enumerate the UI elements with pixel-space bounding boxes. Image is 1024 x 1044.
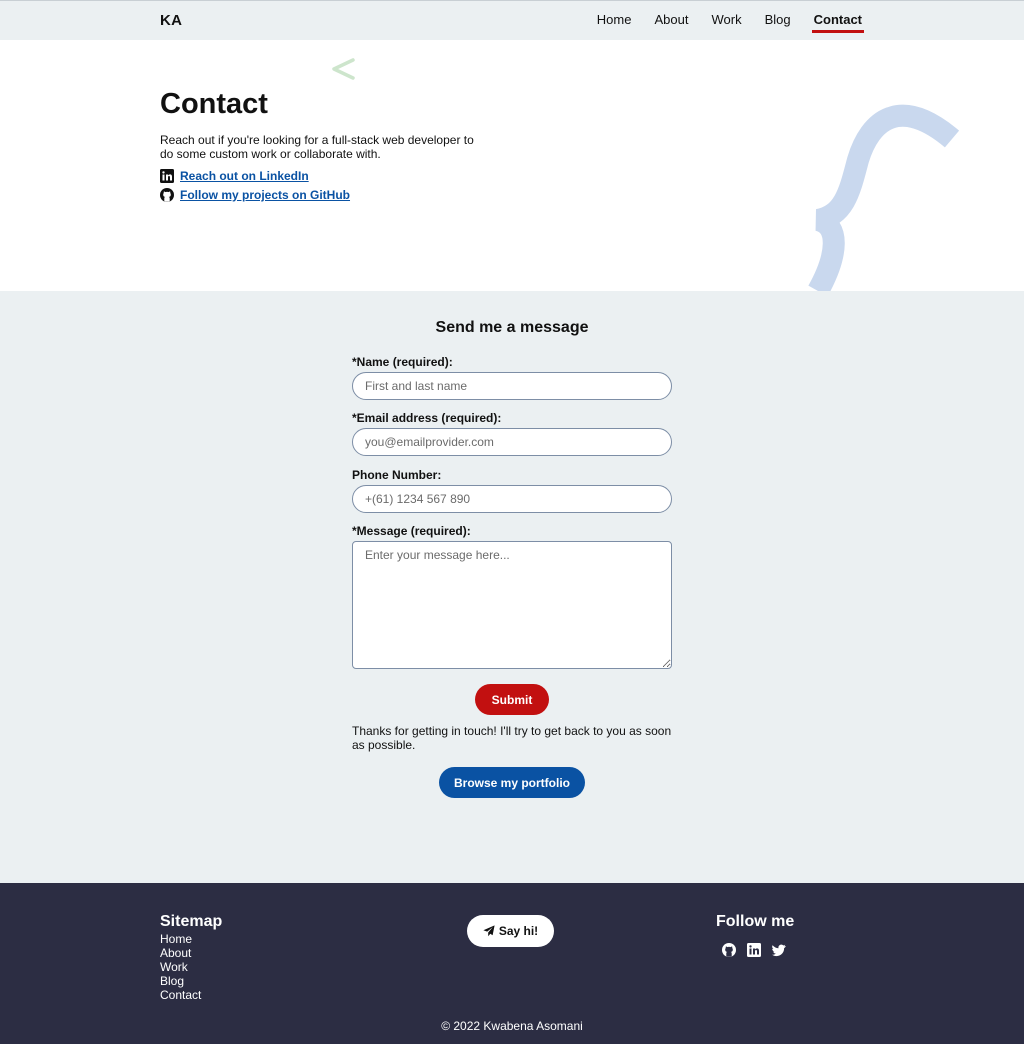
nav-links: Home About Work Blog Contact xyxy=(595,12,864,33)
sitemap-links: Home About Work Blog Contact xyxy=(160,932,201,1002)
browse-portfolio-button[interactable]: Browse my portfolio xyxy=(439,767,585,798)
github-icon[interactable] xyxy=(722,943,736,957)
angle-bracket-decoration xyxy=(332,58,355,80)
site-logo[interactable]: KA xyxy=(160,12,182,29)
nav-link-home[interactable]: Home xyxy=(595,12,634,33)
linkedin-icon xyxy=(160,169,174,183)
name-label: *Name (required): xyxy=(352,355,453,369)
sitemap-link-contact[interactable]: Contact xyxy=(160,988,201,1002)
linkedin-link-text[interactable]: Reach out on LinkedIn xyxy=(180,169,309,183)
say-hi-label: Say hi! xyxy=(498,924,539,938)
github-icon xyxy=(160,188,174,202)
paper-plane-icon xyxy=(483,925,495,937)
nav-link-blog[interactable]: Blog xyxy=(763,12,793,33)
linkedin-link[interactable]: Reach out on LinkedIn xyxy=(160,169,309,183)
hero-section: Contact Reach out if you're looking for … xyxy=(0,40,1024,291)
phone-input[interactable] xyxy=(352,485,672,513)
message-textarea[interactable] xyxy=(352,541,672,669)
contact-form-section: Send me a message *Name (required): *Ema… xyxy=(0,291,1024,883)
nav-link-work[interactable]: Work xyxy=(709,12,743,33)
top-nav: KA Home About Work Blog Contact xyxy=(0,0,1024,40)
decorative-code-symbols xyxy=(332,58,960,291)
email-input[interactable] xyxy=(352,428,672,456)
page-title: Contact xyxy=(160,88,268,120)
twitter-icon[interactable] xyxy=(772,943,786,957)
sitemap-link-work[interactable]: Work xyxy=(160,960,201,974)
thanks-message: Thanks for getting in touch! I'll try to… xyxy=(352,724,672,752)
sitemap-title: Sitemap xyxy=(160,913,223,930)
nav-link-contact[interactable]: Contact xyxy=(811,12,864,33)
copyright: © 2022 Kwabena Asomani xyxy=(441,1019,583,1033)
message-label: *Message (required): xyxy=(352,524,471,538)
say-hi-button[interactable]: Say hi! xyxy=(467,915,554,947)
sitemap-link-about[interactable]: About xyxy=(160,946,201,960)
submit-button[interactable]: Submit xyxy=(475,684,549,715)
github-link-text[interactable]: Follow my projects on GitHub xyxy=(180,188,350,202)
sitemap-link-blog[interactable]: Blog xyxy=(160,974,201,988)
follow-title: Follow me xyxy=(716,913,795,930)
nav-link-about[interactable]: About xyxy=(652,12,690,33)
form-title: Send me a message xyxy=(435,319,589,336)
curly-brace-decoration xyxy=(808,104,960,291)
social-icons xyxy=(722,943,786,957)
github-link[interactable]: Follow my projects on GitHub xyxy=(160,188,350,202)
sitemap-link-home[interactable]: Home xyxy=(160,932,201,946)
footer: Sitemap Home About Work Blog Contact Say… xyxy=(0,883,1024,1044)
linkedin-icon[interactable] xyxy=(747,943,761,957)
name-input[interactable] xyxy=(352,372,672,400)
email-label: *Email address (required): xyxy=(352,411,502,425)
phone-label: Phone Number: xyxy=(352,468,442,482)
page-description: Reach out if you're looking for a full-s… xyxy=(160,133,474,161)
